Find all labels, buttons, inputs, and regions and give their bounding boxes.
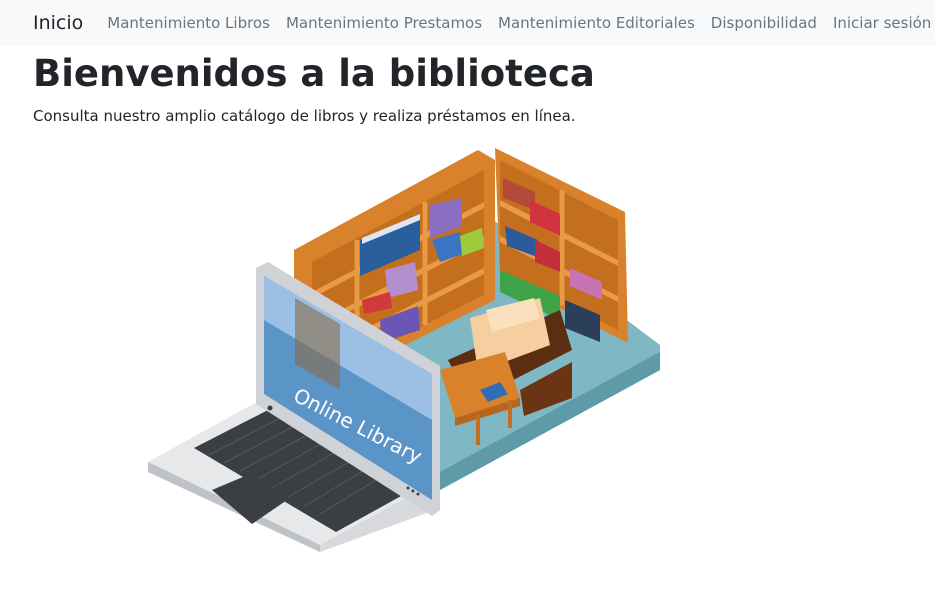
main-content: Bienvenidos a la biblioteca Consulta nue…: [33, 50, 913, 126]
page-subtitle: Consulta nuestro amplio catálogo de libr…: [33, 107, 576, 125]
navbar-brand-inicio[interactable]: Inicio: [33, 12, 83, 34]
nav-link-mantenimiento-libros[interactable]: Mantenimiento Libros: [107, 14, 270, 32]
online-library-illustration: Online Library: [148, 148, 660, 552]
nav-link-mantenimiento-prestamos[interactable]: Mantenimiento Prestamos: [286, 14, 482, 32]
nav-link-mantenimiento-editoriales[interactable]: Mantenimiento Editoriales: [498, 14, 695, 32]
nav-link-iniciar-sesion[interactable]: Iniciar sesión: [833, 14, 931, 32]
nav-link-disponibilidad[interactable]: Disponibilidad: [711, 14, 817, 32]
page-title: Bienvenidos a la biblioteca: [33, 52, 595, 95]
top-navbar: Inicio Mantenimiento Libros Mantenimient…: [0, 0, 935, 46]
